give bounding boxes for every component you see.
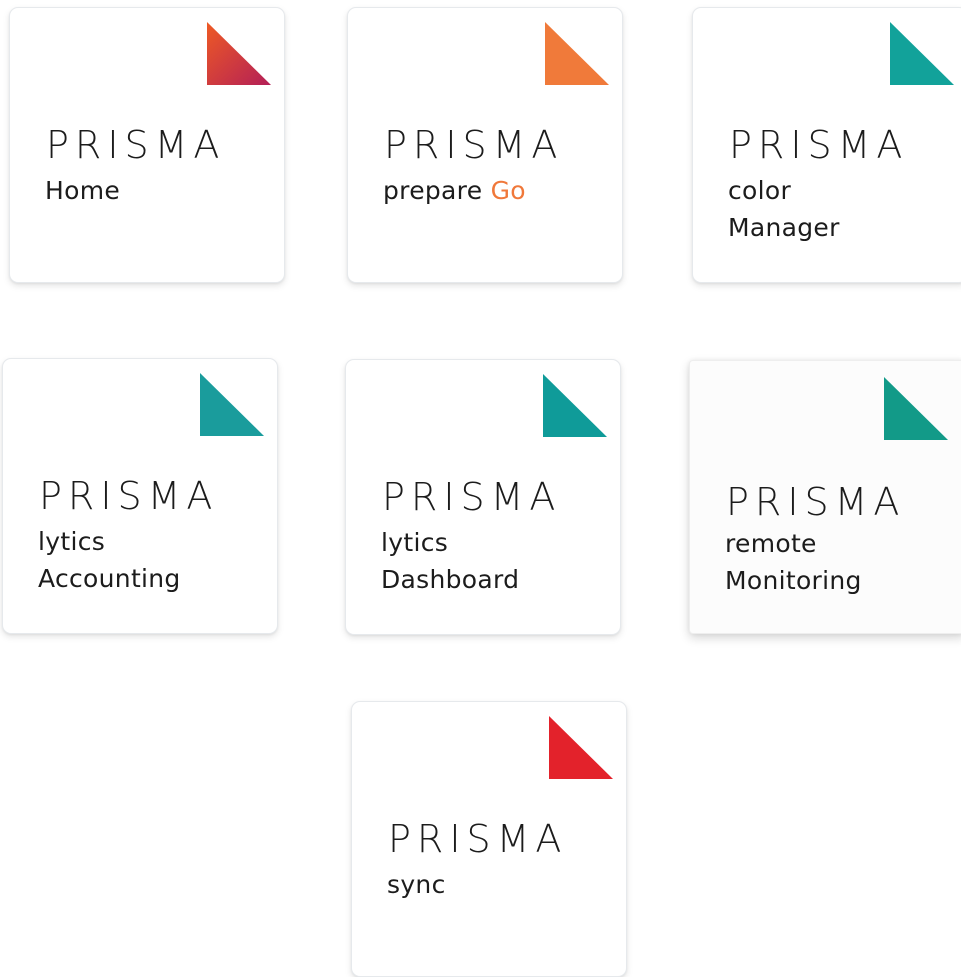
product-name-line2: Monitoring (725, 566, 862, 595)
tile-prisma-lytics-dashboard[interactable]: PRISMA lytics Dashboard (345, 359, 621, 635)
triangle-gradient-icon (207, 22, 271, 85)
triangle-teal-icon (890, 22, 954, 85)
product-name-line1: prepare Go (383, 172, 526, 209)
product-name-line1: lytics (381, 528, 449, 557)
tile-prisma-remote-monitoring[interactable]: PRISMA remote Monitoring (689, 360, 961, 634)
product-name-line1: remote (725, 529, 817, 558)
tile-prisma-prepare-go[interactable]: PRISMA prepare Go (347, 7, 623, 283)
product-name-line2: Dashboard (381, 565, 520, 594)
product-name: color Manager (728, 172, 840, 246)
triangle-teal-icon (543, 374, 607, 437)
product-name-prefix: prepare (383, 176, 491, 205)
brand-wordmark: PRISMA (388, 817, 568, 861)
product-name-line2: Accounting (38, 564, 181, 593)
tile-prisma-home[interactable]: PRISMA Home (9, 7, 285, 283)
brand-wordmark: PRISMA (726, 480, 906, 524)
brand-wordmark: PRISMA (39, 474, 219, 518)
product-name: lytics Dashboard (381, 524, 519, 598)
product-name-line1: color (728, 176, 792, 205)
product-name-line1: sync (387, 870, 446, 899)
product-name: remote Monitoring (725, 525, 862, 599)
brand-wordmark: PRISMA (384, 123, 564, 167)
triangle-teal-icon (200, 373, 264, 436)
product-name: sync (387, 866, 446, 903)
product-name-line1: Home (45, 176, 121, 205)
tile-prisma-sync[interactable]: PRISMA sync (351, 701, 627, 977)
product-name-accent: Go (490, 176, 526, 205)
product-name: prepare Go (383, 172, 526, 209)
triangle-orange-icon (545, 22, 609, 85)
brand-wordmark: PRISMA (729, 123, 909, 167)
tile-prisma-lytics-accounting[interactable]: PRISMA lytics Accounting (2, 358, 278, 634)
product-name-line1: lytics (38, 527, 106, 556)
brand-wordmark: PRISMA (46, 123, 226, 167)
product-name: Home (45, 172, 120, 209)
tile-prisma-color-manager[interactable]: PRISMA color Manager (692, 7, 961, 283)
brand-wordmark: PRISMA (382, 475, 562, 519)
product-name: lytics Accounting (38, 523, 181, 597)
product-name-line2: Manager (728, 213, 840, 242)
triangle-teal-icon (884, 377, 948, 440)
triangle-red-icon (549, 716, 613, 779)
